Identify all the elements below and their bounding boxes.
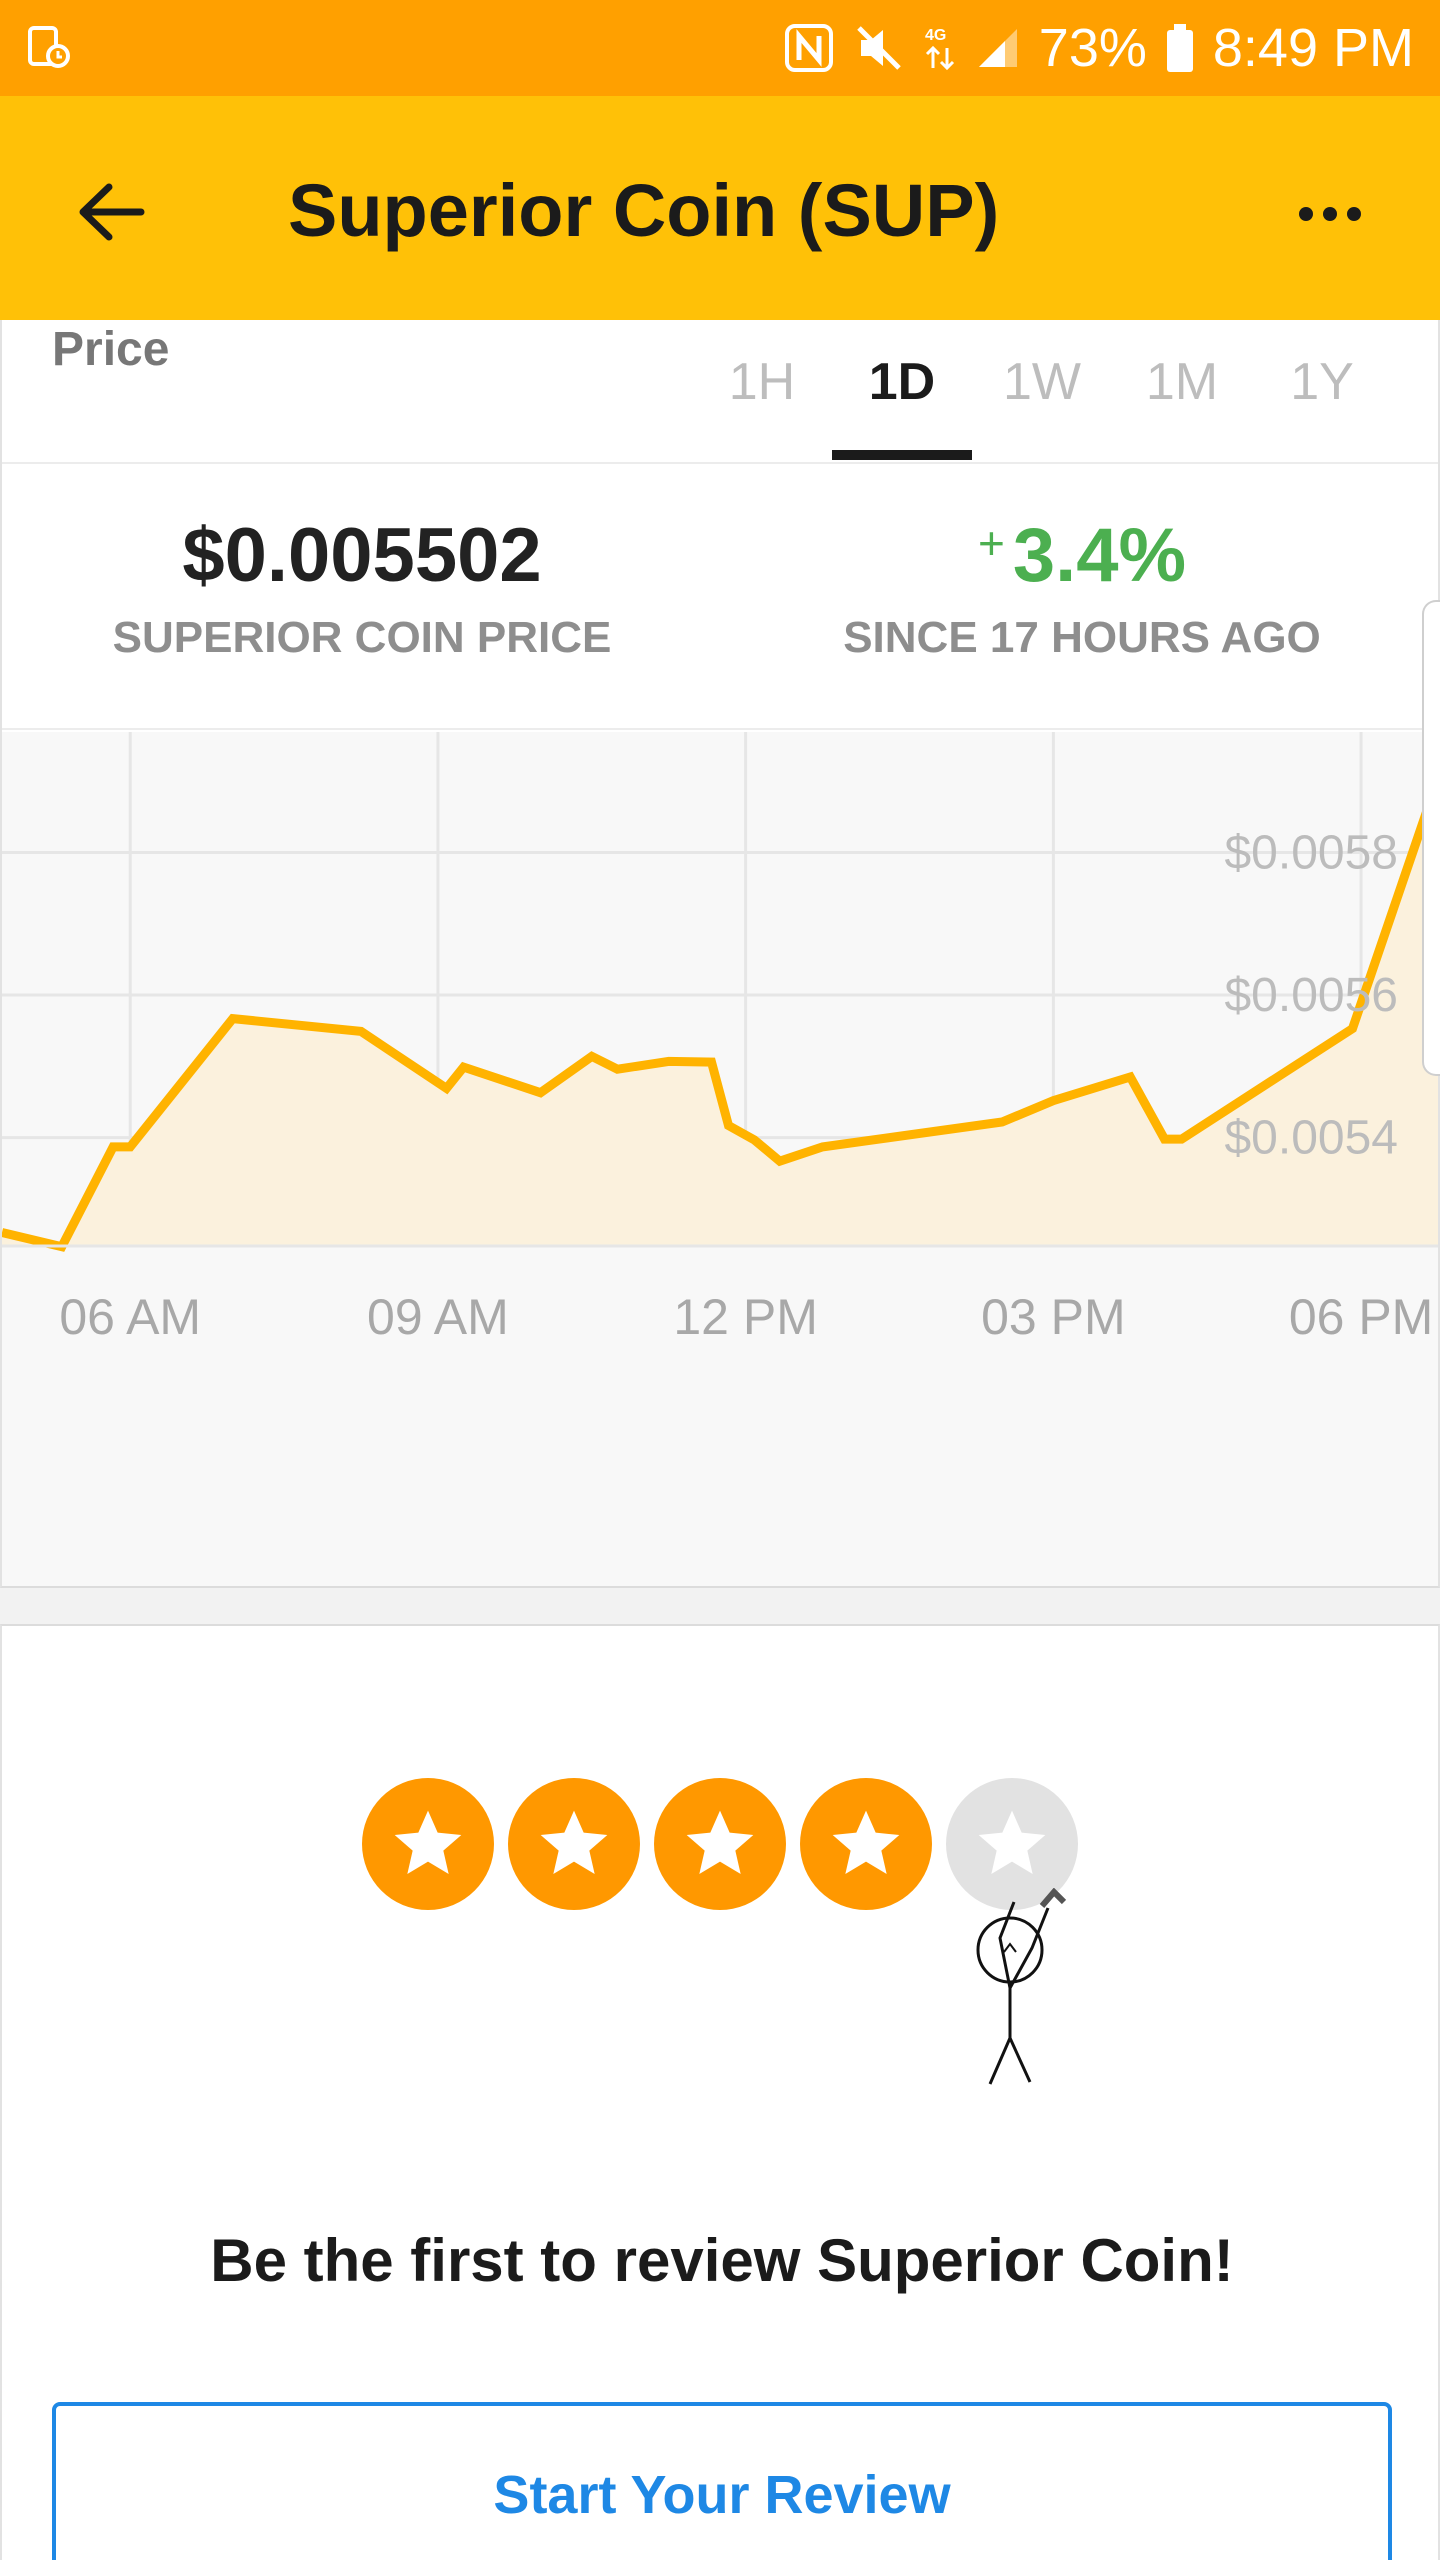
price-change-value: +3.4% (782, 512, 1382, 599)
signal-icon (975, 25, 1021, 71)
tab-1d[interactable]: 1D (832, 336, 972, 460)
star-icon (832, 1810, 900, 1874)
x-tick-label: 06 PM (1289, 1289, 1434, 1345)
more-options-button[interactable] (1290, 184, 1370, 244)
network-type-label: 4G (925, 27, 946, 44)
review-card: Be the first to review Superior Coin! St… (0, 1624, 1440, 2560)
star-icon (978, 1810, 1046, 1874)
price-stats: $0.005502 SUPERIOR COIN PRICE +3.4% SINC… (2, 466, 1438, 730)
price-section-label: Price (52, 323, 170, 376)
rating-star-3[interactable] (654, 1778, 786, 1910)
price-chart[interactable]: $0.0054 $0.0056 $0.0058 06 AM 09 AM 12 PM 03 P… (2, 732, 1438, 1586)
clock: 8:49 PM (1212, 18, 1414, 78)
battery-percent: 73% (1038, 18, 1147, 78)
timeframe-tabs: Price 1H 1D 1W 1M 1Y (2, 320, 1438, 464)
y-tick-label: $0.0056 (1224, 969, 1398, 1022)
stick-figure-illustration (954, 1887, 1094, 2093)
star-icon (540, 1810, 608, 1874)
price-chart-svg: $0.0054 $0.0056 $0.0058 06 AM 09 AM 12 PM 03 P… (2, 732, 1438, 1345)
current-price-value: $0.005502 (182, 513, 542, 598)
price-change-label: SINCE 17 HOURS AGO (843, 613, 1321, 662)
y-tick-label: $0.0058 (1224, 826, 1398, 879)
x-tick-label: 12 PM (673, 1289, 818, 1345)
current-price-label: SUPERIOR COIN PRICE (112, 613, 612, 662)
y-tick-label: $0.0054 (1224, 1112, 1398, 1165)
current-price-block: $0.005502 SUPERIOR COIN PRICE (62, 512, 662, 663)
star-icon (686, 1810, 754, 1874)
side-drawer-handle[interactable] (1422, 600, 1440, 1076)
price-change-block: +3.4% SINCE 17 HOURS AGO (782, 512, 1382, 663)
rating-star-1[interactable] (362, 1778, 494, 1910)
nfc-icon (783, 22, 835, 74)
app-screen: 4G 73% 8:49 PM Superior Coin (SUP) Price… (0, 0, 1440, 2560)
rating-star-2[interactable] (508, 1778, 640, 1910)
x-tick-label: 09 AM (367, 1289, 509, 1345)
arrow-left-icon (75, 177, 145, 247)
more-horizontal-icon (1299, 207, 1361, 221)
tab-1h[interactable]: 1H (692, 336, 832, 460)
rating-star-4[interactable] (800, 1778, 932, 1910)
review-prompt: Be the first to review Superior Coin! (210, 2227, 1234, 2294)
app-bar: Superior Coin (SUP) (0, 96, 1440, 320)
mute-icon (853, 22, 905, 74)
tab-1w[interactable]: 1W (972, 336, 1112, 460)
x-tick-label: 03 PM (981, 1289, 1126, 1345)
tab-1m[interactable]: 1M (1112, 336, 1252, 460)
change-sign: + (977, 517, 1005, 569)
active-tab-indicator (832, 450, 972, 460)
star-icon (394, 1810, 462, 1874)
start-review-label: Start Your Review (493, 2465, 951, 2525)
status-bar: 4G 73% 8:49 PM (0, 0, 1440, 96)
change-percent: 3.4% (1012, 513, 1187, 598)
page-title: Superior Coin (SUP) (288, 169, 1000, 252)
battery-icon (1165, 22, 1195, 74)
screen-record-icon (26, 24, 74, 72)
tab-1y[interactable]: 1Y (1252, 336, 1392, 460)
data-arrows-icon: 4G (923, 22, 957, 74)
start-review-button[interactable]: Start Your Review (52, 2402, 1392, 2560)
back-button[interactable] (70, 172, 150, 252)
price-card: Price 1H 1D 1W 1M 1Y $0.005502 SUPERIOR … (0, 320, 1440, 1588)
x-tick-label: 06 AM (59, 1289, 201, 1345)
